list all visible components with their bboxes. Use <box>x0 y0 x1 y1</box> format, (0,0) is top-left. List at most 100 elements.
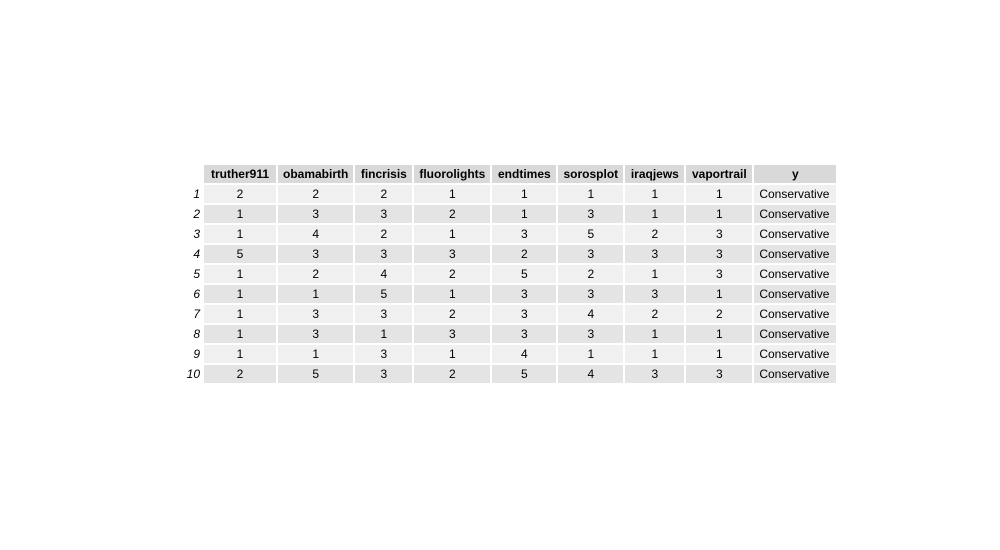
table-cell-iraqjews: 3 <box>625 245 685 263</box>
table-cell-endtimes: 1 <box>492 185 557 203</box>
table-cell-iraqjews: 2 <box>625 305 685 323</box>
column-header-obamabirth: obamabirth <box>278 165 354 183</box>
table-cell-y: Conservative <box>754 205 837 223</box>
table-cell-sorosplot: 5 <box>558 225 624 243</box>
table-row: 3 1 4 2 1 3 5 2 3 Conservative <box>186 225 837 243</box>
table-cell-fincrisis: 3 <box>355 305 413 323</box>
table-cell-sorosplot: 1 <box>558 345 624 363</box>
table-row: 6 1 1 5 1 3 3 3 1 Conservative <box>186 285 837 303</box>
table-cell-obamabirth: 2 <box>278 265 354 283</box>
table-cell-iraqjews: 1 <box>625 185 685 203</box>
table-row: 8 1 3 1 3 3 3 1 1 Conservative <box>186 325 837 343</box>
row-label: 3 <box>193 227 200 241</box>
table-cell-fluorolights: 1 <box>414 185 491 203</box>
row-label: 7 <box>193 307 200 321</box>
table-cell-y: Conservative <box>754 325 837 343</box>
table-cell-y: Conservative <box>754 305 837 323</box>
table-cell-obamabirth: 1 <box>278 285 354 303</box>
table-cell-endtimes: 3 <box>492 305 557 323</box>
table-cell-truther911: 1 <box>204 345 276 363</box>
table-cell-truther911: 1 <box>204 325 276 343</box>
table-cell-obamabirth: 5 <box>278 365 354 383</box>
column-header-truther911: truther911 <box>204 165 276 183</box>
table-cell-endtimes: 3 <box>492 285 557 303</box>
table-cell-fluorolights: 1 <box>414 285 491 303</box>
column-header-y: y <box>754 165 837 183</box>
table-cell-vaportrail: 3 <box>686 245 753 263</box>
row-label: 2 <box>193 207 200 221</box>
table-cell-fluorolights: 3 <box>414 325 491 343</box>
row-label: 9 <box>193 347 200 361</box>
data-table-container: truther911 obamabirth fincrisis fluorolight… <box>184 163 838 385</box>
table-cell-vaportrail: 3 <box>686 265 753 283</box>
table-cell-vaportrail: 2 <box>686 305 753 323</box>
table-cell-truther911: 2 <box>204 185 276 203</box>
table-cell-fincrisis: 2 <box>355 185 413 203</box>
table-cell-y: Conservative <box>754 225 837 243</box>
column-header-iraqjews: iraqjews <box>625 165 685 183</box>
table-cell-fluorolights: 2 <box>414 365 491 383</box>
table-cell-endtimes: 5 <box>492 365 557 383</box>
row-label: 8 <box>193 327 200 341</box>
table-cell-vaportrail: 1 <box>686 285 753 303</box>
table-cell-truther911: 5 <box>204 245 276 263</box>
table-cell-fincrisis: 4 <box>355 265 413 283</box>
table-cell-iraqjews: 1 <box>625 325 685 343</box>
table-row: 9 1 1 3 1 4 1 1 1 Conservative <box>186 345 837 363</box>
table-cell-truther911: 1 <box>204 285 276 303</box>
table-cell-sorosplot: 3 <box>558 245 624 263</box>
table-cell-fluorolights: 1 <box>414 225 491 243</box>
table-cell-obamabirth: 3 <box>278 325 354 343</box>
row-label: 6 <box>193 287 200 301</box>
table-cell-truther911: 1 <box>204 305 276 323</box>
table-cell-y: Conservative <box>754 185 837 203</box>
table-cell-obamabirth: 2 <box>278 185 354 203</box>
table-cell-fincrisis: 3 <box>355 205 413 223</box>
table-cell-sorosplot: 1 <box>558 185 624 203</box>
table-cell-vaportrail: 1 <box>686 325 753 343</box>
table-cell-vaportrail: 1 <box>686 185 753 203</box>
table-cell-iraqjews: 3 <box>625 365 685 383</box>
data-table: truther911 obamabirth fincrisis fluorolight… <box>184 163 838 385</box>
table-cell-sorosplot: 3 <box>558 285 624 303</box>
table-cell-vaportrail: 1 <box>686 205 753 223</box>
table-cell-obamabirth: 1 <box>278 345 354 363</box>
table-cell-fincrisis: 5 <box>355 285 413 303</box>
table-cell-truther911: 1 <box>204 205 276 223</box>
table-cell-endtimes: 2 <box>492 245 557 263</box>
table-cell-fincrisis: 2 <box>355 225 413 243</box>
table-row: 5 1 2 4 2 5 2 1 3 Conservative <box>186 265 837 283</box>
table-body: 1 2 2 2 1 1 1 1 1 Conservative 2 1 3 3 2 1 3 1 1 Conservati… <box>186 185 837 383</box>
column-header-endtimes: endtimes <box>492 165 557 183</box>
table-cell-sorosplot: 4 <box>558 305 624 323</box>
table-cell-fluorolights: 1 <box>414 345 491 363</box>
table-cell-fincrisis: 3 <box>355 365 413 383</box>
column-header-fincrisis: fincrisis <box>355 165 413 183</box>
table-cell-iraqjews: 2 <box>625 225 685 243</box>
column-header-vaportrail: vaportrail <box>686 165 753 183</box>
table-cell-fluorolights: 2 <box>414 305 491 323</box>
column-header-sorosplot: sorosplot <box>558 165 624 183</box>
table-row: 7 1 3 3 2 3 4 2 2 Conservative <box>186 305 837 323</box>
table-cell-iraqjews: 1 <box>625 265 685 283</box>
column-header-fluorolights: fluorolights <box>414 165 491 183</box>
table-cell-truther911: 2 <box>204 365 276 383</box>
table-cell-sorosplot: 3 <box>558 205 624 223</box>
table-cell-truther911: 1 <box>204 265 276 283</box>
table-cell-obamabirth: 4 <box>278 225 354 243</box>
table-row: 10 2 5 3 2 5 4 3 3 Conservative <box>186 365 837 383</box>
row-label: 5 <box>193 267 200 281</box>
table-cell-iraqjews: 1 <box>625 205 685 223</box>
table-cell-fincrisis: 3 <box>355 245 413 263</box>
table-cell-y: Conservative <box>754 345 837 363</box>
table-cell-y: Conservative <box>754 365 837 383</box>
table-cell-sorosplot: 3 <box>558 325 624 343</box>
table-cell-endtimes: 4 <box>492 345 557 363</box>
header-row: truther911 obamabirth fincrisis fluorolight… <box>186 165 837 183</box>
table-cell-endtimes: 3 <box>492 225 557 243</box>
table-cell-y: Conservative <box>754 245 837 263</box>
table-cell-fluorolights: 3 <box>414 245 491 263</box>
table-cell-sorosplot: 4 <box>558 365 624 383</box>
row-label: 1 <box>193 187 200 201</box>
table-cell-fluorolights: 2 <box>414 265 491 283</box>
